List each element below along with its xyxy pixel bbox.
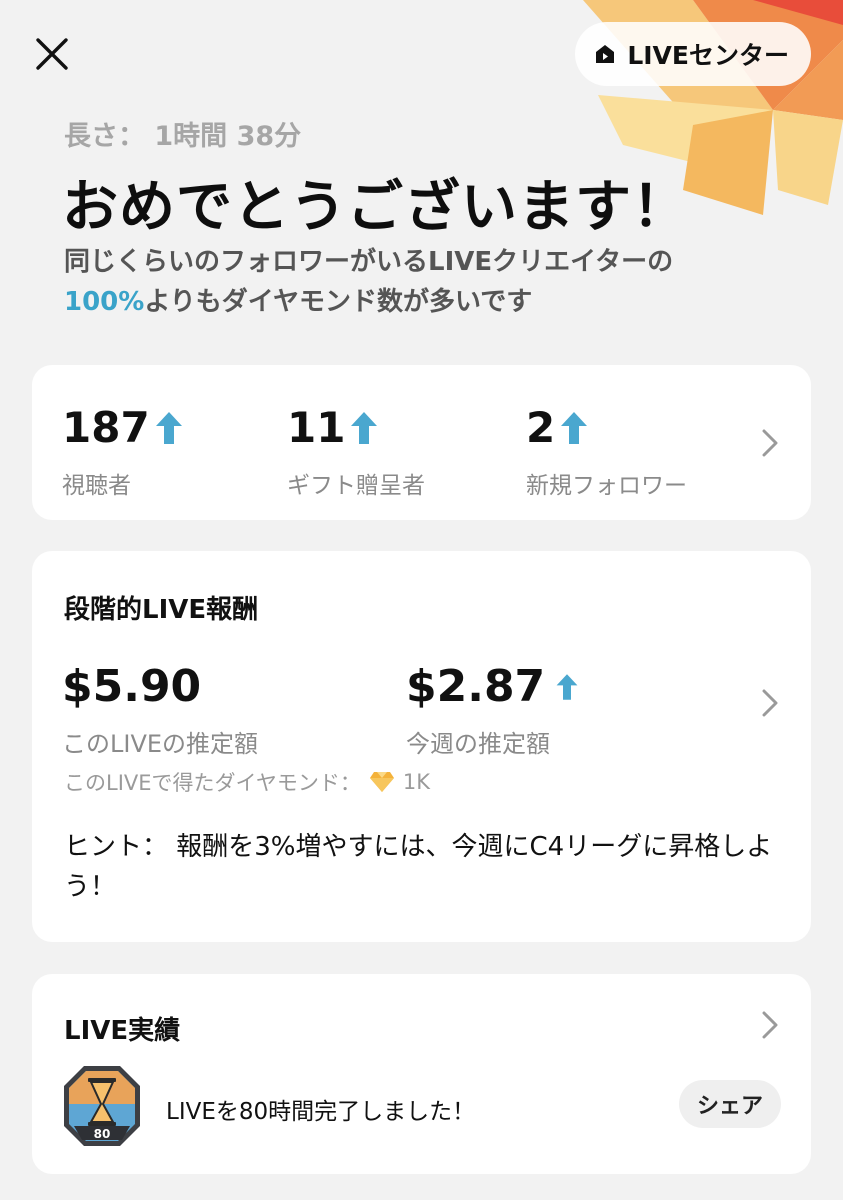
page-title: おめでとうございます！ [62, 175, 689, 240]
stat-gifters: 11 ギフト贈呈者 [287, 403, 425, 500]
arrow-up-icon [351, 411, 378, 444]
comparison-text-part2: よりもダイヤモンド数が多いです [144, 287, 533, 317]
arrow-up-icon [155, 411, 182, 444]
diamond-icon [369, 772, 394, 792]
close-icon [36, 38, 68, 70]
this-live-estimate: $5.90 このLIVEの推定額 [62, 661, 258, 759]
achievement-badge: 80 [62, 1064, 142, 1148]
this-live-value: $5.90 [62, 661, 202, 712]
close-button[interactable] [28, 30, 76, 78]
diamonds-value: 1K [402, 770, 431, 794]
hourglass-badge-icon: 80 [64, 1066, 140, 1146]
live-duration: 長さ： 1時間 38分 [64, 121, 302, 152]
live-center-button[interactable]: LIVEセンター [575, 22, 811, 86]
reward-hint: ヒント： 報酬を3%増やすには、今週にC4リーグに昇格しよう！ [64, 832, 773, 902]
diamonds-label: このLIVEで得たダイヤモンド： [64, 771, 361, 795]
arrow-up-icon [556, 673, 578, 700]
achievements-title: LIVE実績 [64, 1016, 181, 1046]
stat-viewers: 187 視聴者 [62, 403, 184, 500]
chevron-right-icon[interactable] [759, 428, 781, 458]
this-week-label: 今週の推定額 [406, 730, 550, 758]
share-button[interactable]: シェア [679, 1080, 781, 1128]
stat-new-followers: 2 新規フォロワー [526, 403, 687, 500]
chevron-right-icon[interactable] [759, 688, 781, 718]
badge-number: 80 [94, 1127, 111, 1141]
stat-viewers-label: 視聴者 [62, 473, 131, 499]
achievement-text: LIVEを80時間完了しました！ [166, 1099, 476, 1125]
stat-gifters-label: ギフト贈呈者 [287, 473, 425, 499]
stat-gifters-value: 11 [287, 403, 346, 452]
rewards-title: 段階的LIVE報酬 [64, 595, 259, 625]
arrow-up-icon [561, 411, 588, 444]
this-live-label: このLIVEの推定額 [62, 730, 259, 758]
diamonds-earned: このLIVEで得たダイヤモンド： 1K [64, 767, 430, 797]
this-week-estimate: $2.87 今週の推定額 [406, 661, 579, 759]
rewards-card: 段階的LIVE報酬 $5.90 このLIVEの推定額 $2.87 今週の推定額 … [32, 551, 811, 942]
stat-new-followers-label: 新規フォロワー [526, 473, 687, 499]
live-center-label: LIVEセンター [627, 41, 789, 70]
chevron-right-icon[interactable] [759, 1010, 781, 1040]
this-week-value: $2.87 [406, 661, 546, 712]
achievements-card: LIVE実績 80 LIVEを80時間完了しました！ シェア [32, 974, 811, 1174]
home-icon [596, 45, 615, 63]
stat-viewers-value: 187 [62, 403, 150, 452]
stats-card[interactable]: 187 視聴者 11 ギフト贈呈者 2 新規フォロワー [32, 365, 811, 520]
comparison-text-part1: 同じくらいのフォロワーがいるLIVEクリエイターの [64, 247, 674, 277]
comparison-text: 同じくらいのフォロワーがいるLIVEクリエイターの 100%よりもダイヤモンド数… [64, 242, 784, 322]
comparison-percent: 100% [64, 287, 145, 317]
stat-new-followers-value: 2 [526, 403, 556, 452]
